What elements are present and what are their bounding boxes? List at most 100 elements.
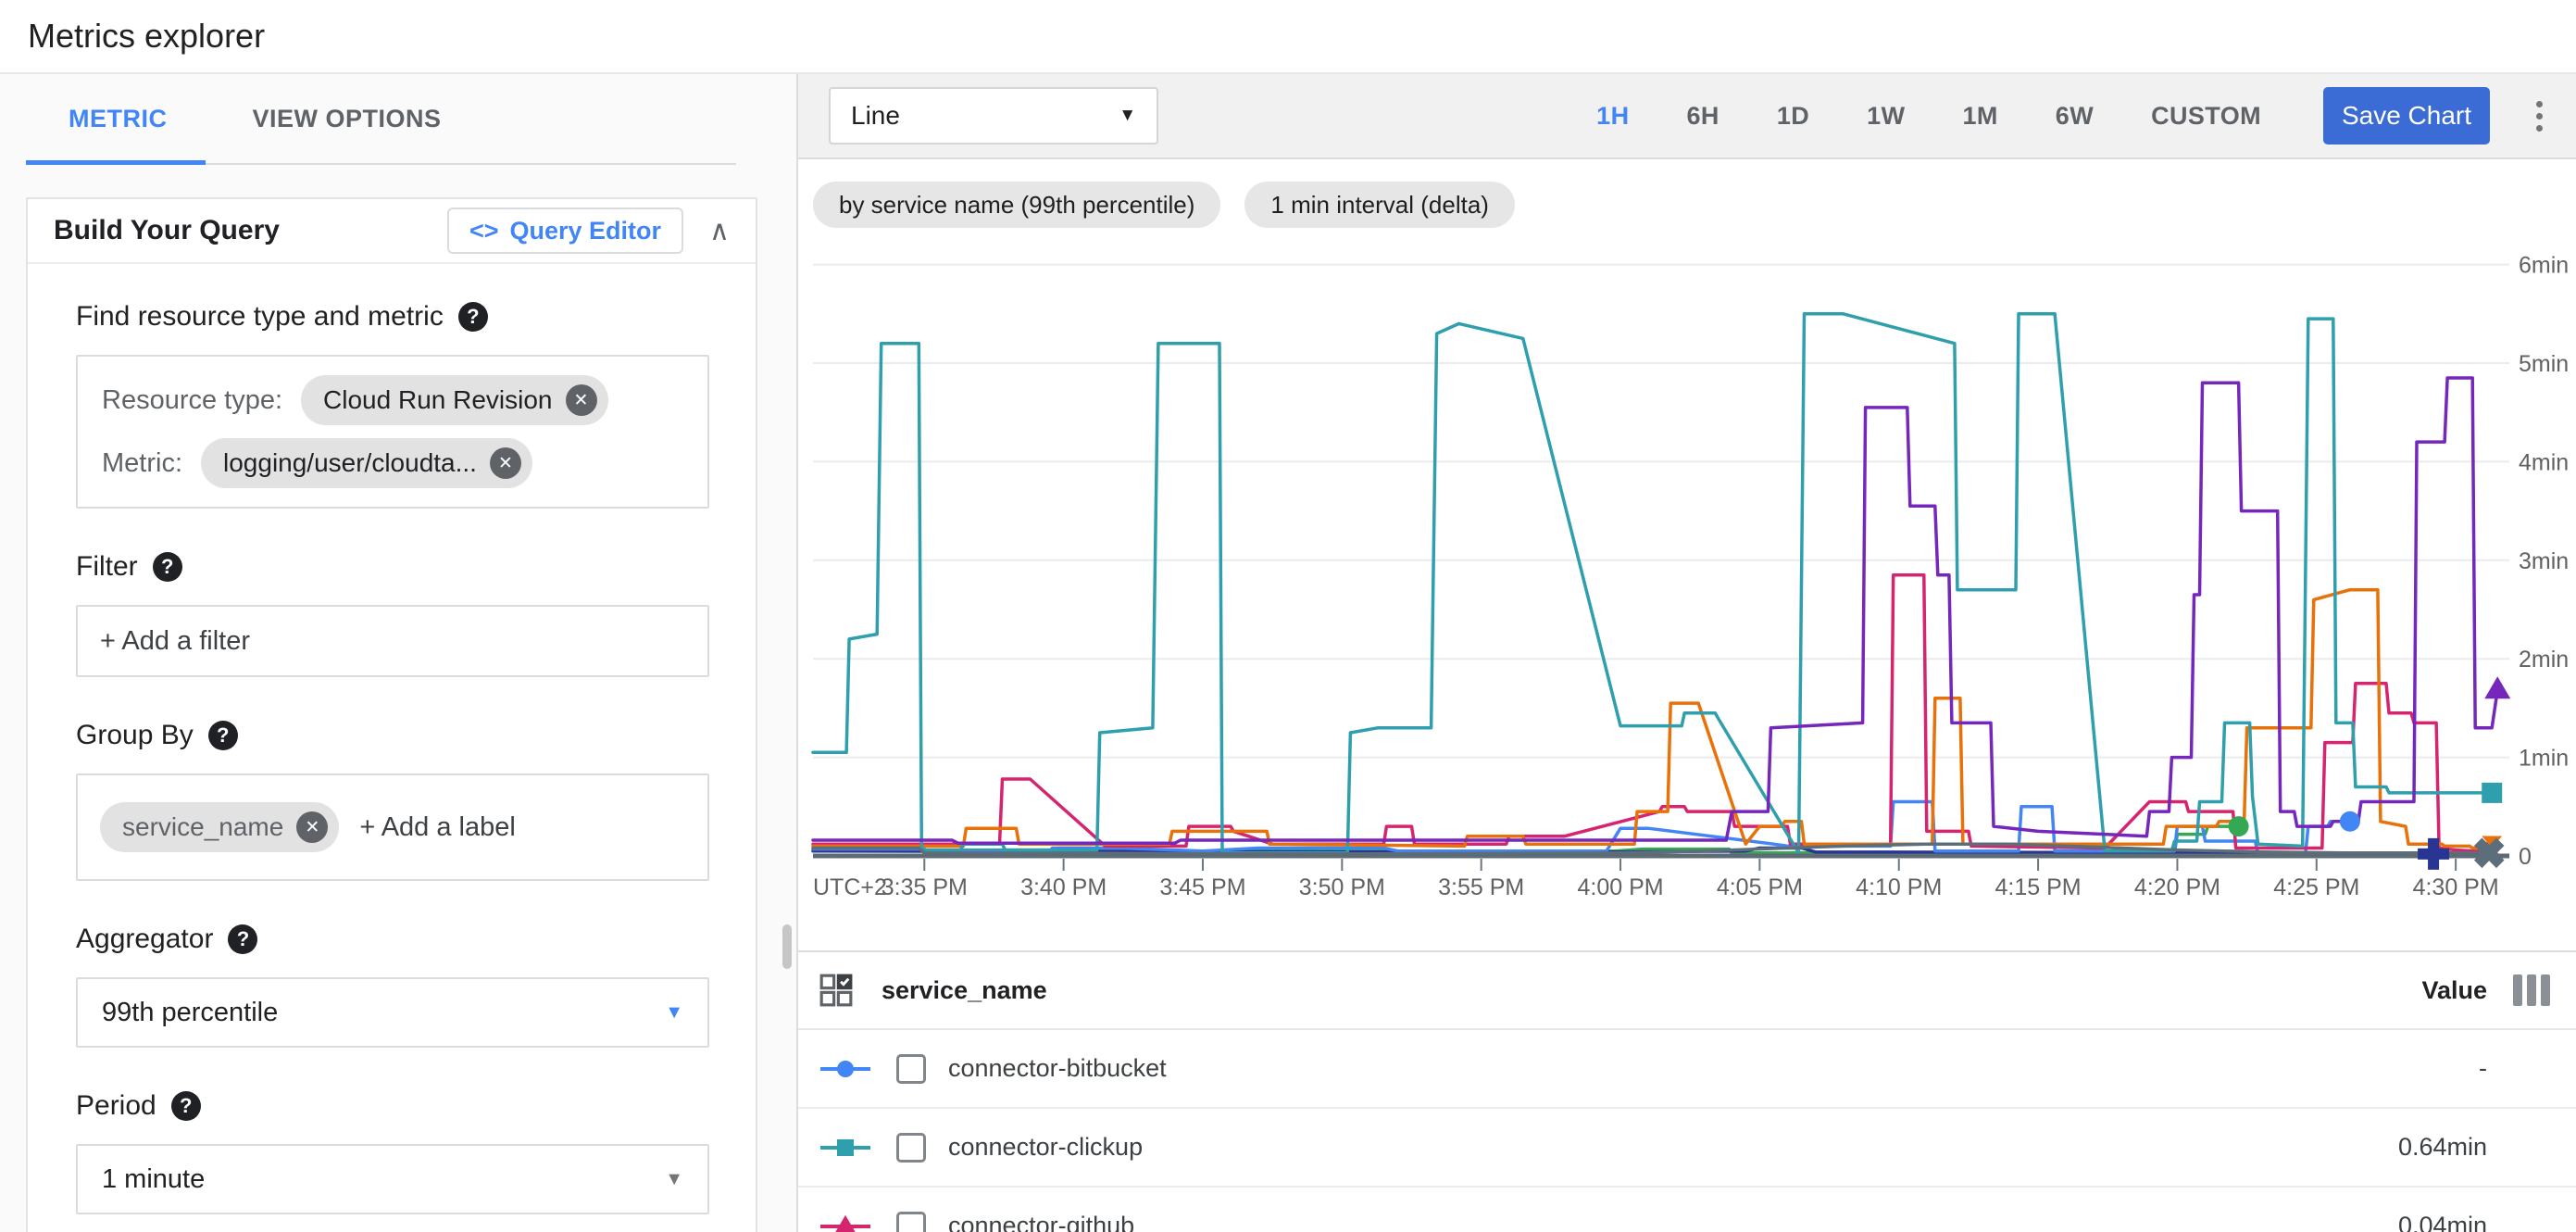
group-by-chip-label: service_name [122,812,283,842]
collapse-card-icon[interactable]: ∧ [709,215,730,247]
select-series-grid-icon[interactable] [819,973,854,1008]
resource-type-label: Resource type: [102,385,282,416]
metric-chip-label: logging/user/cloudta... [223,448,477,478]
series-table: service_name Value connector-bitbucket-c… [798,950,2576,1232]
remove-metric-icon[interactable]: ✕ [490,447,521,479]
help-icon[interactable]: ? [208,721,238,750]
value-column-header[interactable]: Value [2283,976,2487,1005]
period-select[interactable]: 1 minute ▼ [76,1144,709,1214]
remove-group-by-icon[interactable]: ✕ [296,811,328,843]
svg-text:4:15 PM: 4:15 PM [1995,874,2082,900]
svg-text:4:10 PM: 4:10 PM [1856,874,1942,900]
svg-text:6min: 6min [2519,253,2569,279]
value-cell: 0.04min [2283,1212,2487,1232]
dropdown-arrow-icon: ▼ [1119,106,1136,126]
svg-text:1min: 1min [2519,746,2569,772]
svg-text:3:35 PM: 3:35 PM [882,874,968,900]
series-table-header: service_name Value [798,952,2576,1030]
time-range-6h[interactable]: 6H [1687,102,1719,131]
page-title: Metrics explorer [28,17,265,56]
active-tab-indicator [26,160,206,165]
panel-resize-handle[interactable] [782,924,792,969]
aggregator-value: 99th percentile [102,998,278,1028]
remove-resource-type-icon[interactable]: ✕ [566,384,597,416]
chart-panel: Line ▼ 1H 6H 1D 1W 1M 6W CUSTOM Save Chart by … [798,74,2576,1232]
svg-text:4:25 PM: 4:25 PM [2273,874,2359,900]
svg-text:3:55 PM: 3:55 PM [1438,874,1524,900]
service-name-column-header[interactable]: service_name [882,976,1047,1005]
chart-config-chips: by service name (99th percentile) 1 min i… [798,159,2576,237]
period-value: 1 minute [102,1164,205,1195]
chart-toolbar: Line ▼ 1H 6H 1D 1W 1M 6W CUSTOM Save Chart [798,74,2576,159]
chart-type-select[interactable]: Line ▼ [829,87,1158,145]
svg-text:4:05 PM: 4:05 PM [1717,874,1803,900]
more-options-icon[interactable] [2531,95,2548,137]
aggregator-select[interactable]: 99th percentile ▼ [76,977,709,1048]
tab-view-options[interactable]: VIEW OPTIONS [210,74,484,163]
series-table-body: connector-bitbucket - connector-clickup0.6… [798,1030,2576,1232]
add-label-placeholder: + Add a label [359,812,516,843]
period-label: Period [76,1090,156,1122]
column-settings-icon[interactable] [2513,974,2550,1006]
svg-text:4min: 4min [2519,449,2569,475]
query-editor-label: Query Editor [510,217,662,245]
time-range-1w[interactable]: 1W [1867,102,1905,131]
group-by-chip[interactable]: service_name ✕ [100,802,339,852]
time-range-1h[interactable]: 1H [1596,102,1629,131]
value-cell: 0.64min [2283,1133,2487,1162]
add-filter-placeholder: + Add a filter [100,626,250,657]
time-range-1m[interactable]: 1M [1962,102,1997,131]
dropdown-arrow-icon: ▼ [665,1002,683,1024]
chart-config-chip[interactable]: 1 min interval (delta) [1244,182,1515,228]
series-checkbox[interactable] [896,1054,926,1084]
series-checkbox[interactable] [896,1212,926,1232]
query-panel: METRIC VIEW OPTIONS Build Your Query <> … [0,74,798,1232]
main-split: METRIC VIEW OPTIONS Build Your Query <> … [0,74,2576,1232]
svg-text:3:40 PM: 3:40 PM [1020,874,1107,900]
table-row: connector-bitbucket - [798,1030,2576,1109]
time-range-6w[interactable]: 6W [2056,102,2094,131]
dropdown-arrow-icon: ▼ [665,1169,683,1190]
svg-text:3:50 PM: 3:50 PM [1299,874,1385,900]
table-row: connector-clickup0.64min [798,1109,2576,1188]
aggregator-label: Aggregator [76,924,213,955]
resource-type-chip-label: Cloud Run Revision [323,385,552,415]
save-chart-button[interactable]: Save Chart [2323,87,2490,145]
chart-svg[interactable]: 01min2min3min4min5min6minUTC+23:35 PM3:4… [798,237,2576,950]
tab-divider [26,163,736,165]
svg-text:4:00 PM: 4:00 PM [1577,874,1663,900]
svg-text:0: 0 [2519,844,2532,870]
tab-metric[interactable]: METRIC [26,74,210,163]
svg-text:4:30 PM: 4:30 PM [2413,874,2499,900]
svg-text:2min: 2min [2519,647,2569,673]
help-icon[interactable]: ? [171,1091,201,1121]
resource-metric-box[interactable]: Resource type: Cloud Run Revision ✕ Metr… [76,355,709,509]
code-icon: <> [469,217,499,245]
resource-type-chip[interactable]: Cloud Run Revision ✕ [301,375,607,425]
service-name-cell: connector-bitbucket [948,1054,1167,1083]
time-range-group: 1H 6H 1D 1W 1M 6W CUSTOM [1568,102,2290,131]
time-range-1d[interactable]: 1D [1777,102,1809,131]
query-editor-button[interactable]: <> Query Editor [447,207,683,254]
timeseries-chart[interactable]: 01min2min3min4min5min6minUTC+23:35 PM3:4… [798,237,2576,950]
help-icon[interactable]: ? [228,924,257,954]
help-icon[interactable]: ? [153,552,182,582]
group-by-box[interactable]: service_name ✕ + Add a label [76,773,709,881]
series-legend-mark [819,1212,872,1232]
table-row: connector-github0.04min [798,1188,2576,1232]
svg-text:3:45 PM: 3:45 PM [1159,874,1245,900]
help-icon[interactable]: ? [458,302,488,332]
add-filter-input[interactable]: + Add a filter [76,605,709,677]
metrics-explorer-page: Metrics explorer METRIC VIEW OPTIONS Bui… [0,0,2576,1232]
metric-chip[interactable]: logging/user/cloudta... ✕ [201,438,532,488]
time-range-custom[interactable]: CUSTOM [2151,102,2261,131]
app-header: Metrics explorer [0,0,2576,74]
value-cell: - [2283,1054,2487,1083]
chart-type-value: Line [851,101,900,131]
card-title: Build Your Query [54,215,280,246]
panel-tabs: METRIC VIEW OPTIONS [0,74,796,165]
chart-config-chip[interactable]: by service name (99th percentile) [813,182,1220,228]
series-checkbox[interactable] [896,1133,926,1163]
group-by-label: Group By [76,720,194,751]
build-query-card: Build Your Query <> Query Editor ∧ Find … [26,197,757,1232]
